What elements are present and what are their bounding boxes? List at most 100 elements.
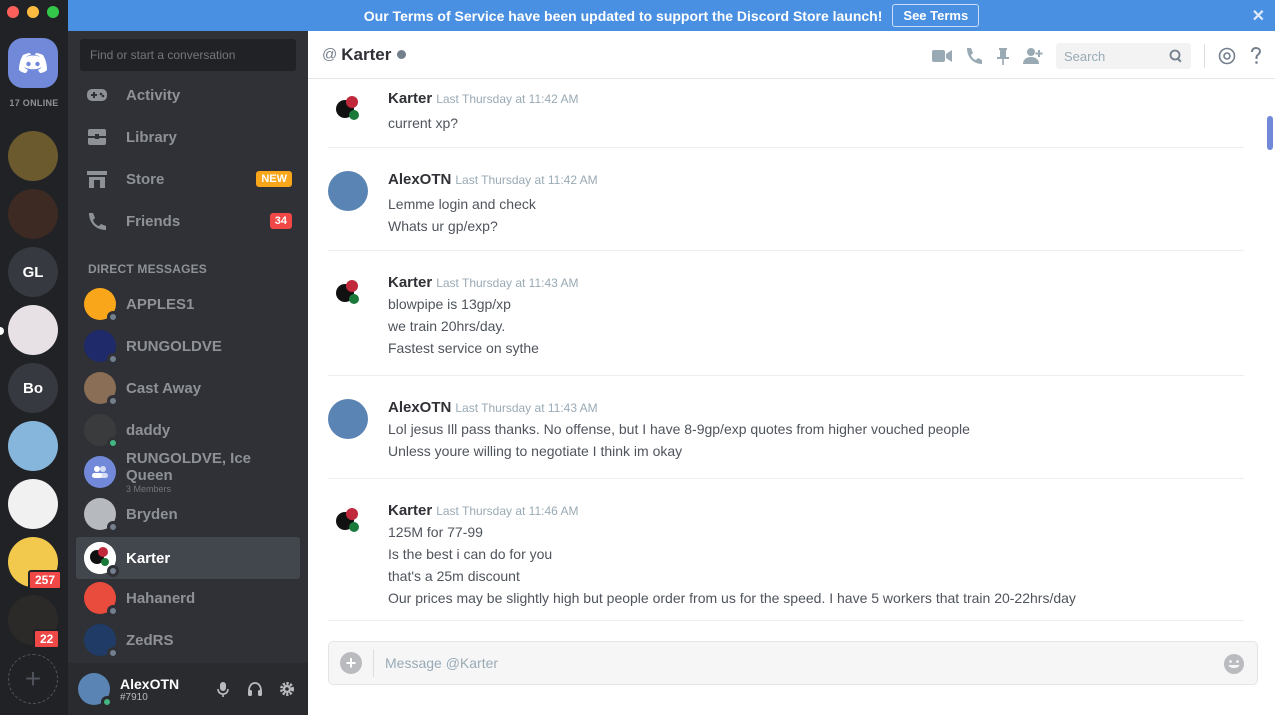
header-divider — [1204, 44, 1205, 68]
dm-item-karter[interactable]: Karter — [76, 537, 300, 579]
see-terms-button[interactable]: See Terms — [892, 4, 980, 27]
message-author[interactable]: Karter — [388, 502, 432, 519]
emoji-picker-icon[interactable] — [1223, 653, 1245, 675]
find-conversation-input[interactable]: Find or start a conversation — [80, 39, 296, 71]
pin-icon[interactable] — [996, 47, 1010, 65]
message-avatar[interactable] — [328, 399, 368, 439]
status-indicator — [107, 647, 119, 659]
nav-store[interactable]: Store NEW — [76, 159, 300, 199]
library-icon — [86, 126, 108, 148]
message-text: Lol jesus Ill pass thanks. No offense, b… — [388, 421, 970, 437]
message-text: 125M for 77-99 — [388, 524, 483, 540]
minimize-window-icon[interactable] — [27, 6, 39, 18]
scrollbar-thumb[interactable] — [1267, 116, 1273, 150]
at-symbol: @ — [322, 46, 338, 63]
terms-notice-text: Our Terms of Service have been updated t… — [363, 7, 883, 24]
avatar — [84, 330, 119, 365]
avatar — [84, 624, 119, 659]
message-avatar[interactable] — [328, 274, 368, 314]
username: AlexOTN — [120, 675, 180, 692]
message-text: that's a 25m discount — [388, 568, 520, 584]
message-text: Our prices may be slightly high but peop… — [388, 590, 1076, 606]
dm-item-zedrs[interactable]: ZedRS — [76, 619, 300, 661]
video-call-icon[interactable] — [932, 49, 952, 63]
message-scrollbar[interactable] — [1267, 165, 1275, 625]
message-author[interactable]: AlexOTN — [388, 399, 451, 416]
voice-call-icon[interactable] — [965, 47, 983, 65]
message-avatar[interactable] — [328, 90, 368, 130]
message-timestamp: Last Thursday at 11:42 AM — [455, 173, 598, 187]
dm-item-group[interactable]: RUNGOLDVE, Ice Queen 3 Members — [76, 450, 300, 494]
message-author[interactable]: Karter — [388, 274, 432, 291]
message-timestamp: Last Thursday at 11:43 AM — [436, 276, 579, 290]
message-avatar[interactable] — [328, 502, 368, 542]
avatar — [84, 582, 119, 617]
avatar — [84, 498, 119, 533]
maximize-window-icon[interactable] — [47, 6, 59, 18]
settings-gear-icon[interactable] — [278, 680, 296, 698]
window-controls — [7, 6, 59, 18]
message-text: Fastest service on sythe — [388, 340, 539, 356]
mentions-icon[interactable] — [1218, 47, 1236, 65]
guild-icon-6[interactable] — [8, 421, 58, 471]
nav-friends[interactable]: Friends 34 — [76, 201, 300, 241]
discord-home-button[interactable] — [8, 38, 58, 88]
guild-icon-7[interactable] — [8, 479, 58, 529]
message-divider — [328, 478, 1244, 479]
message-divider — [328, 620, 1244, 621]
status-indicator — [101, 696, 113, 708]
avatar — [84, 288, 119, 323]
guild-mention-badge: 22 — [33, 629, 61, 649]
chat-header: @ Karter Search — [308, 31, 1275, 79]
dm-item-daddy[interactable]: daddy — [76, 409, 300, 451]
status-dot — [397, 50, 407, 59]
guild-list: 17 ONLINE GL Bo 257 22 + — [0, 0, 68, 715]
message-avatar[interactable] — [328, 171, 368, 211]
close-window-icon[interactable] — [7, 6, 19, 18]
dm-sidebar: Find or start a conversation Activity Li… — [68, 31, 308, 715]
dm-item-bryden[interactable]: Bryden — [76, 493, 300, 535]
status-indicator — [107, 521, 119, 533]
help-icon[interactable] — [1249, 47, 1263, 65]
message-composer[interactable]: + Message @Karter — [328, 641, 1258, 685]
message-timestamp: Last Thursday at 11:46 AM — [436, 504, 579, 518]
friends-icon — [86, 210, 108, 232]
guild-icon-2[interactable] — [8, 189, 58, 239]
dm-item-apples1[interactable]: APPLES1 — [76, 283, 300, 325]
user-avatar[interactable] — [78, 673, 113, 708]
guild-icon-bo[interactable]: Bo — [8, 363, 58, 413]
avatar — [84, 414, 119, 449]
upload-plus-icon[interactable]: + — [340, 652, 362, 674]
avatar — [84, 372, 119, 407]
message-author[interactable]: Karter — [388, 90, 432, 107]
new-badge: NEW — [256, 171, 292, 187]
add-friend-icon[interactable] — [1023, 47, 1043, 65]
guild-icon-4[interactable] — [8, 305, 58, 355]
search-input[interactable]: Search — [1056, 43, 1191, 69]
message-list: Karter Last Thursday at 11:42 AM current … — [308, 80, 1275, 625]
avatar — [84, 542, 119, 577]
channel-title: Karter — [341, 44, 392, 64]
composer-divider — [373, 649, 374, 677]
nav-library[interactable]: Library — [76, 117, 300, 157]
status-indicator — [107, 311, 119, 323]
message-input[interactable]: Message @Karter — [385, 655, 498, 671]
message-text: Is the best i can do for you — [388, 546, 553, 562]
close-notice-icon[interactable]: ✕ — [1252, 6, 1265, 26]
add-server-button[interactable]: + — [8, 654, 58, 704]
dm-item-rungoldve[interactable]: RUNGOLDVE — [76, 325, 300, 367]
direct-messages-header: DIRECT MESSAGES — [88, 262, 208, 276]
message-text: current xp? — [388, 115, 459, 131]
microphone-icon[interactable] — [214, 680, 232, 698]
headphones-icon[interactable] — [246, 680, 264, 698]
guild-icon-gl[interactable]: GL — [8, 247, 58, 297]
guild-icon-1[interactable] — [8, 131, 58, 181]
dm-item-cast-away[interactable]: Cast Away — [76, 367, 300, 409]
message-author[interactable]: AlexOTN — [388, 171, 451, 188]
status-indicator — [107, 353, 119, 365]
dm-item-hahanerd[interactable]: Hahanerd — [76, 577, 300, 619]
message-divider — [328, 147, 1244, 148]
message-text: Unless youre willing to negotiate I thin… — [388, 443, 683, 459]
nav-activity[interactable]: Activity — [76, 75, 300, 115]
search-icon — [1169, 49, 1182, 63]
